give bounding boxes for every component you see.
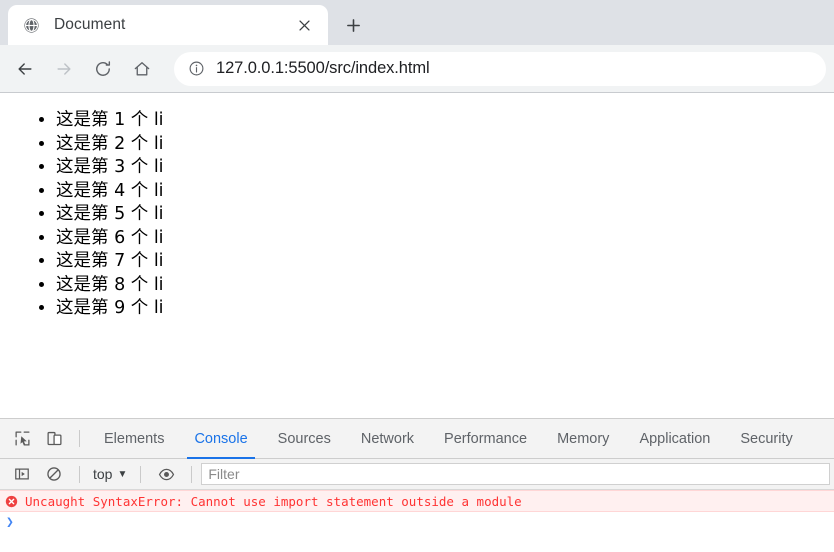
console-message-error[interactable]: Uncaught SyntaxError: Cannot use import … — [0, 490, 834, 512]
page-list: 这是第 1 个 li 这是第 2 个 li 这是第 3 个 li 这是第 4 个… — [0, 109, 834, 321]
browser-toolbar: 127.0.0.1:5500/src/index.html — [0, 45, 834, 93]
address-bar[interactable]: 127.0.0.1:5500/src/index.html — [174, 51, 826, 86]
address-bar-url: 127.0.0.1:5500/src/index.html — [216, 59, 430, 77]
list-item: 这是第 4 个 li — [56, 180, 834, 204]
list-item: 这是第 2 个 li — [56, 133, 834, 157]
tab-security[interactable]: Security — [725, 419, 807, 459]
execution-context-value: top — [93, 466, 113, 482]
divider — [140, 465, 142, 483]
tab-label: Memory — [557, 430, 610, 447]
home-button[interactable] — [125, 52, 159, 86]
tab-console[interactable]: Console — [179, 419, 262, 459]
console-input-row[interactable]: ❯ — [0, 512, 834, 533]
tab-label: Network — [360, 430, 415, 447]
console-message-text: Uncaught SyntaxError: Cannot use import … — [25, 493, 522, 509]
tab-label: Security — [740, 430, 793, 447]
console-sidebar-icon[interactable] — [8, 460, 36, 488]
tab-sources[interactable]: Sources — [263, 419, 346, 459]
error-circle-icon — [4, 494, 18, 508]
info-circle-icon[interactable] — [186, 59, 206, 79]
device-toolbar-icon[interactable] — [40, 425, 68, 453]
forward-button[interactable] — [47, 52, 81, 86]
reload-button[interactable] — [86, 52, 120, 86]
tab-label: Application — [639, 430, 711, 447]
tab-elements[interactable]: Elements — [89, 419, 179, 459]
console-output: Uncaught SyntaxError: Cannot use import … — [0, 490, 834, 552]
list-item: 这是第 9 个 li — [56, 297, 834, 321]
console-toolbar: top ▼ Filter — [0, 459, 834, 490]
list-item: 这是第 5 个 li — [56, 203, 834, 227]
tab-label: Performance — [444, 430, 528, 447]
prompt-caret-icon: ❯ — [6, 515, 14, 530]
clear-console-icon[interactable] — [40, 460, 68, 488]
devtools-tabbar: Elements Console Sources Network Perform… — [0, 419, 834, 459]
new-tab-button[interactable] — [338, 10, 368, 40]
divider — [79, 465, 80, 483]
tab-memory[interactable]: Memory — [542, 419, 624, 459]
tab-label: Console — [194, 430, 248, 447]
console-filter-placeholder: Filter — [208, 466, 240, 482]
tab-label: Elements — [104, 430, 165, 447]
globe-icon — [22, 16, 40, 34]
devtools-panel: Elements Console Sources Network Perform… — [0, 418, 834, 552]
tab-performance[interactable]: Performance — [429, 419, 542, 459]
tab-strip: Document — [0, 0, 834, 45]
list-item: 这是第 3 个 li — [56, 156, 834, 180]
chevron-down-icon: ▼ — [117, 468, 128, 480]
tab-application[interactable]: Application — [624, 419, 725, 459]
tab-label: Sources — [277, 430, 331, 447]
list-item: 这是第 1 个 li — [56, 109, 834, 133]
back-button[interactable] — [8, 52, 42, 86]
list-item: 这是第 8 个 li — [56, 274, 834, 298]
divider — [79, 430, 80, 447]
tab-network[interactable]: Network — [346, 419, 429, 459]
list-item: 这是第 7 个 li — [56, 250, 834, 274]
browser-tab-document[interactable]: Document — [8, 5, 328, 45]
close-icon[interactable] — [292, 13, 316, 37]
divider — [191, 465, 193, 483]
inspect-element-icon[interactable] — [8, 425, 36, 453]
live-expression-eye-icon[interactable] — [152, 460, 180, 488]
list-item: 这是第 6 个 li — [56, 227, 834, 251]
tab-title: Document — [54, 16, 126, 33]
page-viewport: 这是第 1 个 li 这是第 2 个 li 这是第 3 个 li 这是第 4 个… — [0, 93, 834, 418]
browser-window: Document 127.0.0.1:5500/src/index.html •… — [0, 0, 834, 552]
execution-context-select[interactable]: top ▼ — [89, 466, 131, 482]
console-filter-input[interactable]: Filter — [201, 463, 830, 485]
